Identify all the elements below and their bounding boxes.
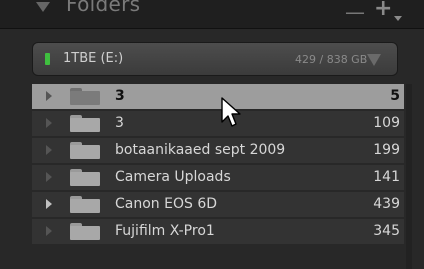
collapse-triangle-icon[interactable] <box>36 2 50 12</box>
folder-name: Camera Uploads <box>115 169 231 185</box>
add-menu-arrow-icon[interactable] <box>394 16 402 21</box>
folder-name: Fujifilm X-Pro1 <box>115 223 215 239</box>
folder-icon <box>70 196 100 213</box>
folder-photo-count: 5 <box>390 88 400 104</box>
folder-photo-count: 345 <box>373 223 400 239</box>
remove-folder-button[interactable]: — <box>345 0 365 24</box>
folder-icon <box>70 115 100 132</box>
mouse-pointer-icon <box>221 97 241 127</box>
folder-photo-count: 109 <box>373 115 400 131</box>
disclosure-triangle-icon[interactable] <box>46 199 52 209</box>
disclosure-triangle-icon[interactable] <box>46 91 52 101</box>
add-folder-button[interactable]: + <box>374 0 392 21</box>
folder-name: Canon EOS 6D <box>115 196 218 212</box>
volume-name: 1TBE (E:) <box>63 51 124 66</box>
folders-header[interactable]: Folders — + <box>0 0 424 29</box>
folder-icon <box>70 88 100 105</box>
folder-row[interactable]: Fujifilm X-Pro1 345 <box>32 219 404 244</box>
folder-photo-count: 141 <box>373 169 400 185</box>
disclosure-triangle-icon[interactable] <box>46 118 52 128</box>
folder-icon <box>70 142 100 159</box>
volume-status-led-icon <box>45 53 50 65</box>
panel-title: Folders <box>66 0 141 16</box>
folder-list: 3 5 3 109 botaanikaaed sept 2009 199 Camera Up… <box>32 84 404 246</box>
volume-size: 429 / 838 GB <box>295 53 368 66</box>
folder-icon <box>70 169 100 186</box>
volume-bar[interactable]: 1TBE (E:) 429 / 838 GB <box>32 42 398 76</box>
folder-row[interactable]: 3 109 <box>32 111 404 136</box>
disclosure-triangle-icon[interactable] <box>46 226 52 236</box>
folder-name: botaanikaaed sept 2009 <box>115 142 286 158</box>
folder-photo-count: 199 <box>373 142 400 158</box>
folder-name: 3 <box>115 88 125 104</box>
folder-row[interactable]: Camera Uploads 141 <box>32 165 404 190</box>
folder-photo-count: 439 <box>373 196 400 212</box>
folder-row[interactable]: 35 <box>32 84 404 109</box>
scrollbar[interactable] <box>406 84 412 269</box>
disclosure-triangle-icon[interactable] <box>46 172 52 182</box>
folder-icon <box>70 223 100 240</box>
volume-collapse-arrow-icon[interactable] <box>367 54 381 66</box>
folder-row[interactable]: Canon EOS 6D 439 <box>32 192 404 217</box>
folder-name: 3 <box>115 115 124 131</box>
folders-panel: Folders — + 1TBE (E:) 429 / 838 GB 3 5 3 10… <box>0 0 424 269</box>
folder-row[interactable]: botaanikaaed sept 2009 199 <box>32 138 404 163</box>
disclosure-triangle-icon[interactable] <box>46 145 52 155</box>
